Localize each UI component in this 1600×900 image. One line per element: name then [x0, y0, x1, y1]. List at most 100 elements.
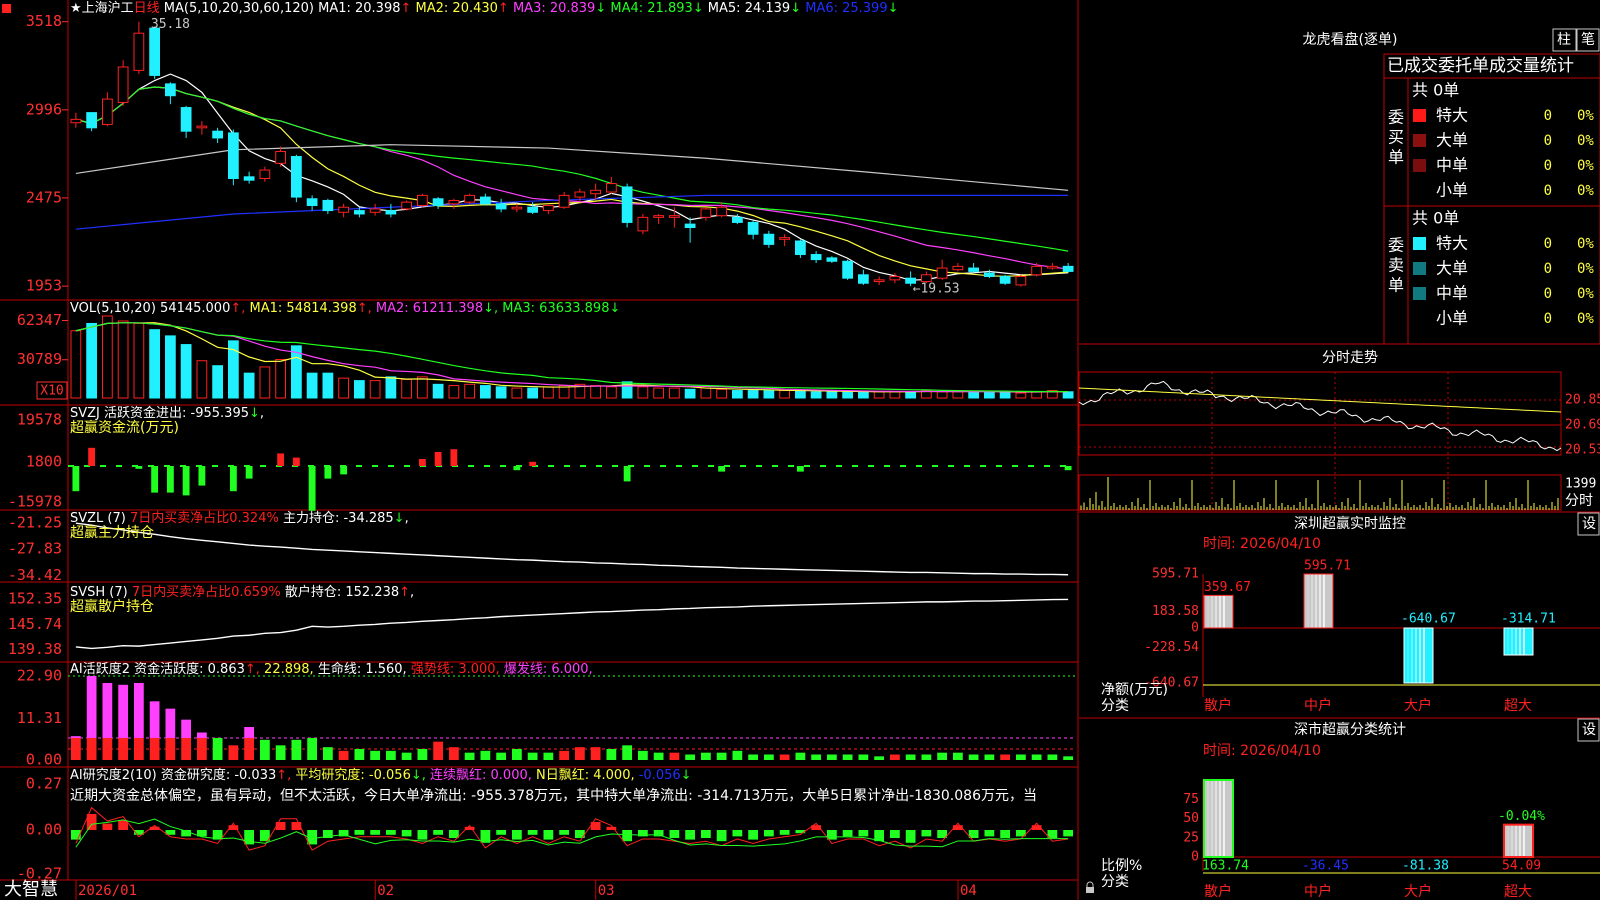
- volume-bar[interactable]: [196, 360, 208, 399]
- ai-bar[interactable]: [685, 754, 696, 760]
- svzj-bar[interactable]: [513, 466, 521, 471]
- research-bar[interactable]: [779, 830, 790, 835]
- ai-burst-bar[interactable]: [196, 732, 207, 738]
- volume-bar[interactable]: [149, 329, 161, 399]
- candle[interactable]: [117, 60, 129, 106]
- svzj-bar[interactable]: [182, 466, 190, 496]
- svzj-bar[interactable]: [229, 466, 237, 492]
- volume-bar[interactable]: [731, 390, 743, 399]
- ai-bar[interactable]: [417, 748, 428, 760]
- svzj-bar[interactable]: [198, 466, 206, 486]
- ai-burst-bar[interactable]: [244, 726, 255, 738]
- research-bar[interactable]: [401, 830, 412, 837]
- classify-settings-button[interactable]: 设: [1577, 718, 1600, 742]
- volume-bar[interactable]: [716, 388, 728, 399]
- svzj-bar[interactable]: [245, 466, 253, 479]
- ai-bar[interactable]: [748, 754, 759, 760]
- volume-bar[interactable]: [1031, 391, 1043, 399]
- volume-bar[interactable]: [936, 391, 948, 399]
- candle[interactable]: [621, 183, 633, 228]
- ai-bar[interactable]: [401, 752, 412, 760]
- volume-bar[interactable]: [952, 391, 964, 399]
- svzj-bar[interactable]: [529, 461, 537, 466]
- volume-bar[interactable]: [117, 320, 129, 399]
- monitor-settings-button[interactable]: 设: [1577, 512, 1600, 536]
- ai-bar[interactable]: [811, 754, 822, 760]
- volume-bar[interactable]: [700, 387, 712, 399]
- ai-bar[interactable]: [574, 747, 585, 760]
- ai-strong-bar[interactable]: [196, 737, 207, 760]
- research-bar[interactable]: [858, 830, 869, 837]
- volume-bar[interactable]: [637, 386, 649, 399]
- ai-bar[interactable]: [826, 754, 837, 760]
- ai-burst-bar[interactable]: [70, 736, 81, 738]
- ai-strong-bar[interactable]: [149, 737, 160, 760]
- candle[interactable]: [1015, 274, 1027, 287]
- svzj-bar[interactable]: [418, 459, 426, 466]
- ai-bar[interactable]: [905, 754, 916, 760]
- volume-bar[interactable]: [464, 383, 476, 399]
- volume-bar[interactable]: [1015, 392, 1027, 399]
- square-menu-icon[interactable]: [2, 4, 11, 13]
- ai-bar[interactable]: [716, 752, 727, 760]
- ai-bar[interactable]: [527, 752, 538, 760]
- pen-mode-button[interactable]: 笔: [1576, 28, 1600, 52]
- research-bar[interactable]: [732, 830, 743, 837]
- ai-burst-bar[interactable]: [102, 682, 113, 738]
- volume-bar[interactable]: [369, 380, 381, 399]
- ai-bar[interactable]: [543, 752, 554, 760]
- candle[interactable]: [290, 154, 302, 203]
- volume-bar[interactable]: [857, 391, 869, 399]
- ai-bar[interactable]: [968, 754, 979, 760]
- research-bar[interactable]: [1063, 830, 1074, 837]
- volume-bar[interactable]: [495, 386, 507, 399]
- volume-bar[interactable]: [527, 387, 539, 399]
- volume-bar[interactable]: [275, 358, 287, 399]
- volume-bar[interactable]: [889, 391, 901, 399]
- research-bar[interactable]: [842, 830, 853, 837]
- monitor-bar[interactable]: [1403, 627, 1434, 684]
- research-bar[interactable]: [700, 830, 711, 838]
- volume-bar[interactable]: [164, 335, 176, 399]
- volume-bar[interactable]: [810, 391, 822, 399]
- volume-bar[interactable]: [416, 376, 428, 399]
- ai-bar[interactable]: [795, 752, 806, 760]
- volume-bar[interactable]: [353, 380, 365, 399]
- volume-bar[interactable]: [873, 391, 885, 399]
- research-bar[interactable]: [496, 830, 507, 835]
- ai-strong-bar[interactable]: [118, 737, 129, 760]
- svzj-bar[interactable]: [796, 466, 804, 472]
- volume-bar[interactable]: [842, 391, 854, 399]
- ai-bar[interactable]: [590, 747, 601, 760]
- ai-bar[interactable]: [637, 750, 648, 760]
- ai-bar[interactable]: [779, 754, 790, 760]
- ai-burst-bar[interactable]: [86, 676, 97, 738]
- research-bar[interactable]: [669, 830, 680, 838]
- ai-bar[interactable]: [1063, 756, 1074, 760]
- ai-bar[interactable]: [275, 745, 286, 760]
- ai-bar[interactable]: [653, 752, 664, 760]
- ai-bar[interactable]: [984, 754, 995, 760]
- ai-bar[interactable]: [1031, 754, 1042, 760]
- classify-bar[interactable]: [1203, 779, 1234, 858]
- research-bar[interactable]: [905, 830, 916, 843]
- research-bar[interactable]: [921, 830, 932, 837]
- ai-bar[interactable]: [669, 752, 680, 760]
- ai-bar[interactable]: [1047, 754, 1058, 760]
- ai-bar[interactable]: [212, 737, 223, 760]
- ai-bar[interactable]: [1000, 754, 1011, 760]
- volume-bar[interactable]: [763, 390, 775, 399]
- research-bar[interactable]: [559, 830, 570, 835]
- volume-bar[interactable]: [668, 387, 680, 399]
- ai-bar[interactable]: [889, 754, 900, 760]
- svzj-bar[interactable]: [166, 466, 174, 493]
- svzj-bar[interactable]: [151, 466, 159, 493]
- ai-bar[interactable]: [763, 754, 774, 760]
- volume-bar[interactable]: [905, 391, 917, 399]
- candle[interactable]: [842, 259, 854, 280]
- ai-strong-bar[interactable]: [70, 737, 81, 760]
- volume-bar[interactable]: [779, 390, 791, 399]
- volume-bar[interactable]: [826, 391, 838, 399]
- ai-bar[interactable]: [370, 750, 381, 760]
- volume-bar[interactable]: [306, 372, 318, 399]
